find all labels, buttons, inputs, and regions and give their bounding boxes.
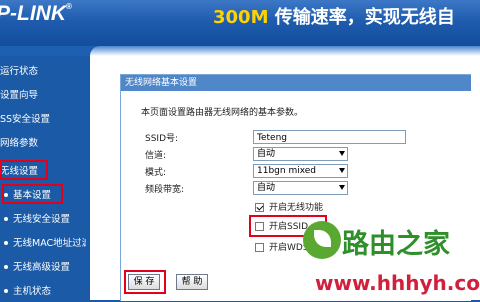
bullet-icon <box>4 265 8 269</box>
panel-title: 无线网络基本设置 <box>121 75 471 91</box>
bandwidth-select[interactable]: 自动 <box>253 181 348 195</box>
header-banner: P-LINK® 300M 传输速率，实现无线自 <box>0 0 480 46</box>
header-slogan: 300M 传输速率，实现无线自 <box>213 3 455 29</box>
sidebar-item-wireless-advanced[interactable]: 无线高级设置 <box>4 258 86 278</box>
channel-label: 信道: <box>145 151 167 161</box>
slogan-speed: 300M <box>213 7 269 28</box>
enable-wds-row: 开启WDS <box>255 242 309 254</box>
chevron-down-icon <box>339 185 345 190</box>
sidebar-item-label: 无线高级设置 <box>13 262 71 273</box>
bullet-icon <box>4 217 8 221</box>
mode-select[interactable]: 11bgn mixed <box>253 164 348 178</box>
watermark-text: 路由之家 <box>342 229 450 260</box>
sidebar-item-label: 设置向导 <box>0 90 39 101</box>
highlight-box-save <box>124 270 166 294</box>
sidebar-item-qss[interactable]: SS安全设置 <box>0 110 82 130</box>
ssid-label: SSID号: <box>145 134 179 144</box>
channel-select[interactable]: 自动 <box>253 147 348 161</box>
chevron-down-icon <box>339 168 345 173</box>
enable-wireless-row: 开启无线功能 <box>255 202 323 214</box>
panel-description: 本页面设置路由器无线网络的基本参数。 <box>141 108 304 118</box>
watermark-url: www.hhhyh.com <box>315 271 480 295</box>
brand-logo-text: P-LINK <box>0 2 66 25</box>
brand-logo: P-LINK® <box>0 2 72 26</box>
sidebar-item-label: SS安全设置 <box>0 114 51 125</box>
sidebar-item-host-status[interactable]: 主机状态 <box>4 282 86 302</box>
sidebar-item-network[interactable]: 网络参数 <box>0 134 82 154</box>
sidebar-item-label: 无线安全设置 <box>13 214 71 225</box>
bullet-icon <box>4 241 8 245</box>
sidebar-item-label: 无线MAC地址过滤 <box>13 238 86 249</box>
highlight-box-basic-settings <box>2 184 63 204</box>
bandwidth-select-value: 自动 <box>257 183 276 193</box>
header-divider <box>0 46 480 56</box>
bullet-icon <box>4 289 8 293</box>
sidebar-nav: 运行状态 设置向导 SS安全设置 网络参数 无线设置 基本设置 无线安全设置 无… <box>0 56 86 300</box>
sidebar-item-wizard[interactable]: 设置向导 <box>0 86 82 106</box>
sidebar-item-label: 网络参数 <box>0 138 39 149</box>
sidebar-item-status[interactable]: 运行状态 <box>0 62 82 82</box>
slogan-text: 传输速率，实现无线自 <box>268 7 455 28</box>
sidebar-item-mac-filter[interactable]: 无线MAC地址过滤 <box>4 234 86 254</box>
sidebar-item-wireless-security[interactable]: 无线安全设置 <box>4 210 86 230</box>
chevron-down-icon <box>339 151 345 156</box>
highlight-box-wireless <box>0 160 48 180</box>
mode-select-value: 11bgn mixed <box>257 166 317 176</box>
sidebar-item-label: 主机状态 <box>13 286 52 297</box>
help-button[interactable]: 帮 助 <box>176 274 208 290</box>
registered-mark: ® <box>66 2 72 11</box>
bandwidth-label: 频段带宽: <box>145 185 185 195</box>
mode-label: 模式: <box>145 168 167 178</box>
enable-wireless-label: 开启无线功能 <box>269 203 324 213</box>
enable-wireless-checkbox[interactable] <box>255 203 264 212</box>
main-content: 无线网络基本设置 本页面设置路由器无线网络的基本参数。 SSID号: Teten… <box>90 56 480 301</box>
ssid-input[interactable]: Teteng <box>253 130 406 144</box>
watermark-logo-icon <box>303 221 341 259</box>
channel-select-value: 自动 <box>257 149 276 159</box>
enable-wds-checkbox[interactable] <box>255 243 264 252</box>
wireless-basic-panel: 无线网络基本设置 本页面设置路由器无线网络的基本参数。 SSID号: Teten… <box>120 74 471 301</box>
sidebar-item-label: 运行状态 <box>0 66 39 77</box>
